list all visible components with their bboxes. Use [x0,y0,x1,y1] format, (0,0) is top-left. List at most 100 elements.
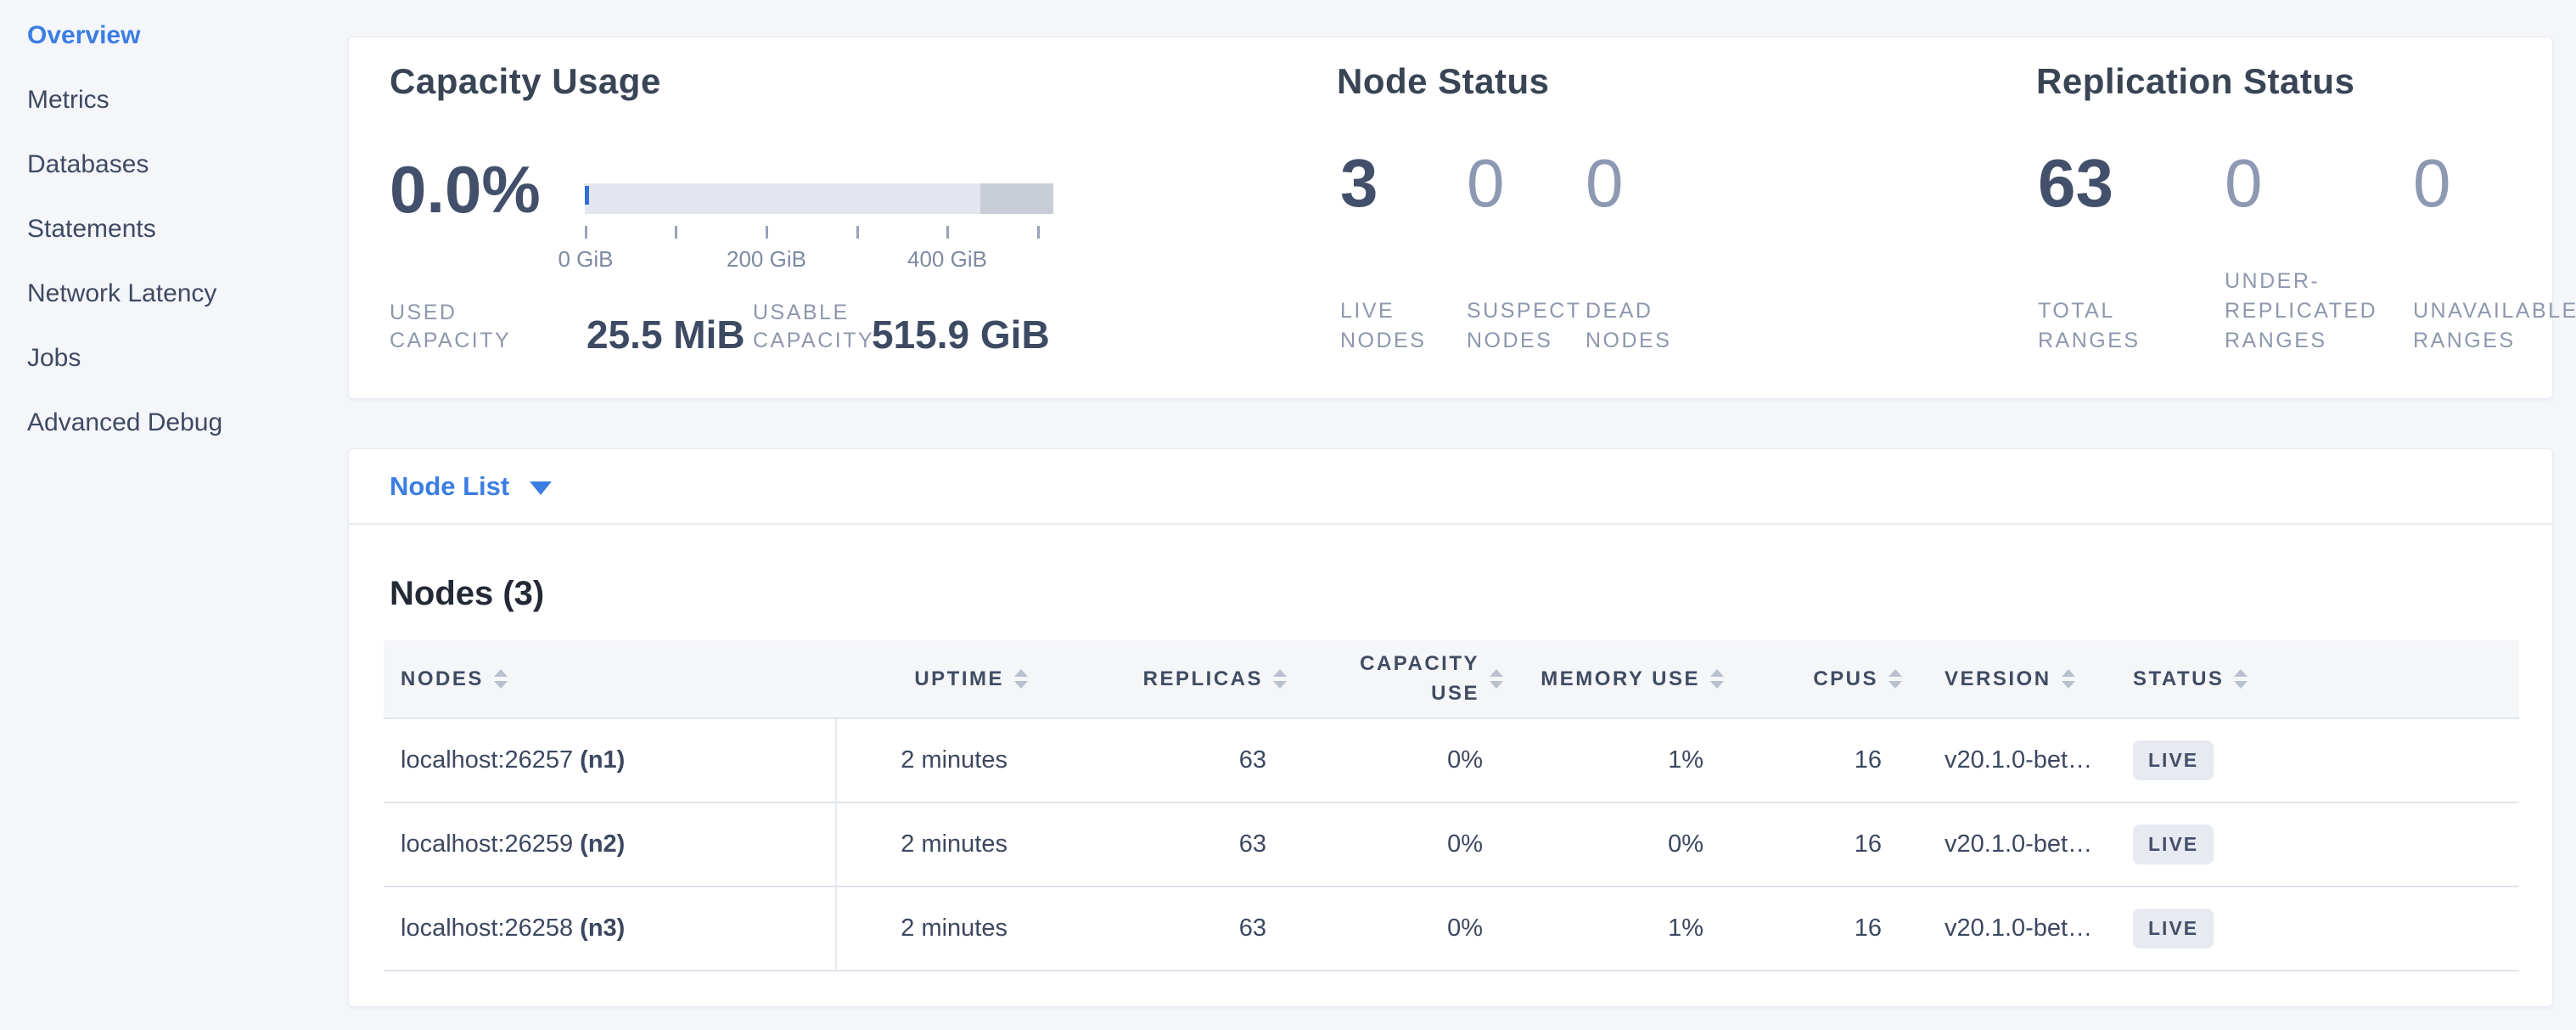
column-header-status[interactable]: STATUS [2123,640,2519,718]
dead-nodes-value: 0 [1585,149,1713,217]
suspect-nodes-label: SUSPECT NODES [1467,296,1585,356]
sidebar-item-statements[interactable]: Statements [0,197,348,262]
axis-tick [856,226,859,239]
usable-capacity-value: 515.9 GiB [872,312,1050,357]
total-ranges-stat: 63 TOTAL RANGES [2038,149,2208,356]
column-header-label: VERSION [1945,667,2051,691]
dead-nodes-label: DEAD NODES [1585,296,1696,356]
version-cell: v20.1.0-bet… [1911,803,2123,886]
usable-capacity-label: USABLE CAPACITY [753,299,884,357]
live-nodes-stat: 3 LIVE NODES [1340,149,1455,356]
sidebar-item-jobs[interactable]: Jobs [0,326,348,391]
capacity-usage-title: Capacity Usage [390,61,661,102]
column-header-capacity-use[interactable]: CAPACITY USE [1295,640,1512,718]
node-id: (n2) [580,830,625,858]
column-header-uptime[interactable]: UPTIME [837,640,1036,718]
cpus-cell: 16 [1732,803,1911,886]
sidebar: Overview Metrics Databases Statements Ne… [0,0,348,1030]
capacity-gauge-chart: 0 GiB 200 GiB 400 GiB [585,183,1053,285]
status-badge: LIVE [2133,740,2214,780]
live-nodes-value: 3 [1340,149,1455,217]
node-address-cell: localhost:26259 (n2) [384,803,837,886]
table-row-node-1[interactable]: localhost:26257 (n1) 2 minutes 63 0% 1% … [384,719,2519,803]
column-header-label: CAPACITY USE [1352,650,1479,709]
unavailable-ranges-label: UNAVAILABLE RANGES [2413,296,2576,356]
used-capacity-label: USED CAPACITY [390,299,521,357]
axis-tick-label: 400 GiB [879,246,1015,273]
axis-tick [1037,226,1040,239]
suspect-nodes-value: 0 [1467,149,1590,217]
dead-nodes-stat: 0 DEAD NODES [1585,149,1713,356]
cpus-cell: 16 [1732,887,1911,970]
live-nodes-label: LIVE NODES [1340,296,1451,356]
column-header-label: STATUS [2133,667,2224,691]
replication-status-section: Replication Status 63 TOTAL RANGES 0 UND… [2036,37,2545,398]
sort-icon[interactable] [494,669,508,689]
sort-icon[interactable] [1710,669,1724,689]
sort-icon[interactable] [1889,669,1902,689]
unavailable-ranges-stat: 0 UNAVAILABLE RANGES [2413,149,2576,356]
node-list-card: Node List Nodes (3) NODES UPTIME REPLICA… [348,448,2553,1007]
axis-tick [766,226,768,239]
capacity-use-cell: 0% [1295,719,1512,802]
capacity-gauge-used-bar [585,186,589,205]
node-id: (n3) [580,915,625,943]
capacity-usage-section: Capacity Usage 0.0% 0 GiB 200 GiB 400 Gi… [390,37,1306,398]
node-address: localhost:26258 [401,915,573,943]
status-badge: LIVE [2133,825,2214,864]
column-header-replicas[interactable]: REPLICAS [1036,640,1295,718]
capacity-use-cell: 0% [1295,803,1512,886]
uptime-cell: 2 minutes [837,803,1036,886]
column-header-cpus[interactable]: CPUS [1732,640,1911,718]
version-cell: v20.1.0-bet… [1911,887,2123,970]
column-header-label: UPTIME [914,667,1004,691]
status-cell: LIVE [2123,887,2519,970]
under-replicated-ranges-stat: 0 UNDER-REPLICATED RANGES [2225,149,2428,356]
status-cell: LIVE [2123,719,2519,802]
column-header-memory-use[interactable]: MEMORY USE [1512,640,1732,718]
node-status-title: Node Status [1337,61,1550,102]
under-replicated-ranges-label: UNDER-REPLICATED RANGES [2225,267,2428,356]
table-row-node-3[interactable]: localhost:26258 (n3) 2 minutes 63 0% 1% … [384,887,2519,971]
uptime-cell: 2 minutes [837,719,1036,802]
chevron-down-icon [530,481,552,495]
sort-icon[interactable] [1273,669,1287,689]
capacity-gauge-other-segment [980,183,1053,214]
memory-use-cell: 1% [1512,887,1732,970]
column-header-label: REPLICAS [1143,667,1263,691]
sidebar-item-network-latency[interactable]: Network Latency [0,262,348,326]
replicas-cell: 63 [1036,803,1295,886]
memory-use-cell: 0% [1512,803,1732,886]
replicas-cell: 63 [1036,719,1295,802]
sidebar-item-overview[interactable]: Overview [0,3,348,68]
column-header-label: MEMORY USE [1541,667,1700,691]
status-cell: LIVE [2123,803,2519,886]
node-id: (n1) [580,746,625,774]
sort-icon[interactable] [2234,669,2248,689]
sort-icon[interactable] [1490,669,1503,689]
node-status-section: Node Status 3 LIVE NODES 0 SUSPECT NODES… [1337,37,1982,398]
sort-icon[interactable] [1014,669,1028,689]
replicas-cell: 63 [1036,887,1295,970]
sidebar-item-databases[interactable]: Databases [0,132,348,197]
sidebar-item-advanced-debug[interactable]: Advanced Debug [0,391,348,455]
used-capacity-value: 25.5 MiB [586,312,745,357]
replication-status-title: Replication Status [2036,61,2354,102]
memory-use-cell: 1% [1512,719,1732,802]
node-list-view-selector[interactable]: Node List [349,449,2552,525]
sort-icon[interactable] [2062,669,2075,689]
axis-tick [675,226,677,239]
version-cell: v20.1.0-bet… [1911,719,2123,802]
cpus-cell: 16 [1732,719,1911,802]
column-header-version[interactable]: VERSION [1911,640,2123,718]
total-ranges-label: TOTAL RANGES [2038,296,2191,356]
table-row-node-2[interactable]: localhost:26259 (n2) 2 minutes 63 0% 0% … [384,803,2519,887]
node-address-cell: localhost:26258 (n3) [384,887,837,970]
axis-tick [585,226,587,239]
sidebar-item-metrics[interactable]: Metrics [0,68,348,132]
nodes-count-title: Nodes (3) [390,575,544,613]
column-header-nodes[interactable]: NODES [384,640,837,718]
uptime-cell: 2 minutes [837,887,1036,970]
cluster-summary-card: Capacity Usage 0.0% 0 GiB 200 GiB 400 Gi… [348,37,2553,399]
capacity-used-percent: 0.0% [390,156,541,222]
